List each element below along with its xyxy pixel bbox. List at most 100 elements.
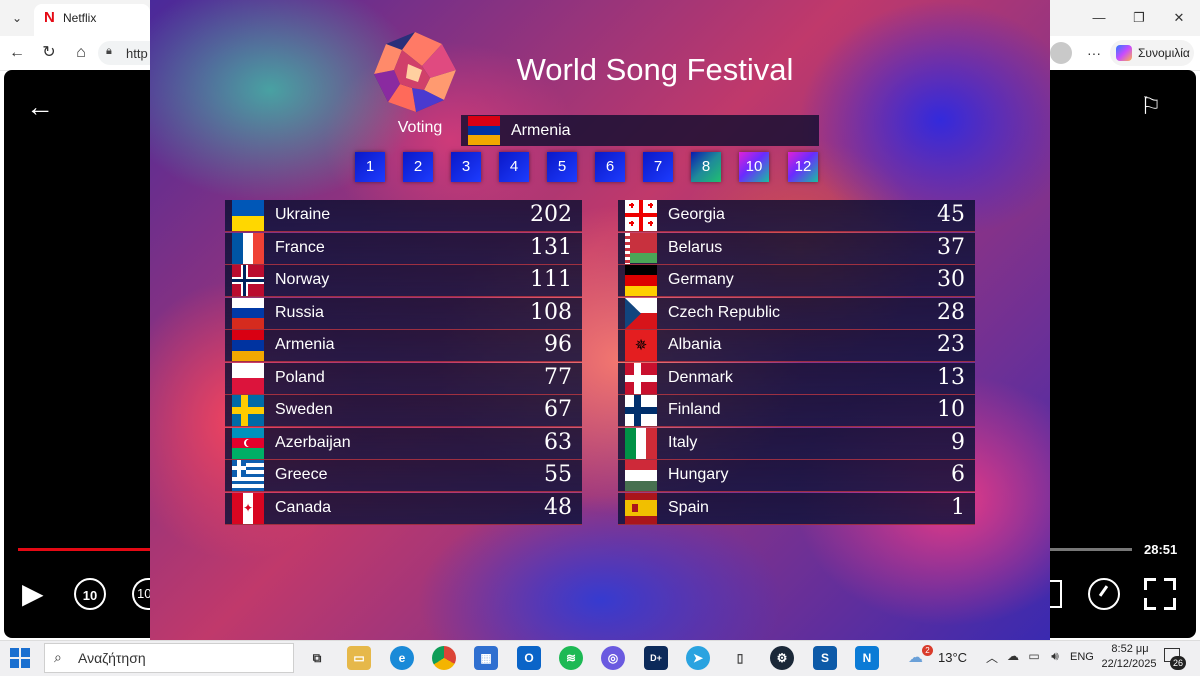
taskbar-search-placeholder: Αναζήτηση	[78, 650, 146, 666]
points-12-button[interactable]: 12	[788, 152, 818, 182]
country-score: 6	[951, 462, 965, 487]
country-score: 55	[544, 462, 572, 487]
sourcetree-icon[interactable]: S	[813, 646, 837, 670]
steam-icon[interactable]: ⚙	[770, 646, 794, 670]
weather-temperature: 13°C	[938, 650, 968, 665]
tab-title: Netflix	[63, 11, 97, 25]
more-options-icon[interactable]: ···	[1085, 42, 1103, 64]
chevron-up-icon[interactable]: ︿	[985, 649, 999, 665]
current-voter-name: Armenia	[511, 122, 571, 139]
country-name: Hungary	[668, 466, 729, 483]
country-name: Greece	[275, 466, 328, 483]
time-remaining: 28:51	[1144, 542, 1178, 557]
armenia-flag-icon	[232, 330, 264, 361]
lock-icon[interactable]: 🔒︎	[106, 45, 120, 61]
spain-flag-icon	[625, 492, 657, 524]
telegram-icon[interactable]: ➤	[686, 646, 710, 670]
restore-icon[interactable]: ❐	[1124, 8, 1154, 28]
disney-plus-icon[interactable]: D+	[644, 646, 668, 670]
poland-flag-icon	[232, 362, 264, 394]
fullscreen-icon[interactable]	[1144, 578, 1176, 610]
country-name: Albania	[668, 336, 722, 353]
hungary-flag-icon	[625, 460, 657, 491]
game-app-icon[interactable]: ◎	[601, 646, 625, 670]
points-6-button[interactable]: 6	[595, 152, 625, 182]
score-row-albania: ✵ Albania 23	[618, 330, 975, 362]
back-arrow-icon[interactable]: ←	[26, 92, 56, 122]
language-indicator[interactable]: ENG	[1070, 651, 1094, 663]
country-name: France	[275, 238, 325, 256]
france-flag-icon	[232, 232, 264, 264]
azerbaijan-flag-icon	[232, 427, 264, 459]
country-name: Georgia	[668, 206, 725, 223]
windows-start-icon[interactable]	[10, 648, 30, 668]
country-name: Azerbaijan	[275, 433, 351, 451]
russia-flag-icon	[232, 297, 264, 329]
score-row-germany: Germany 30	[618, 265, 975, 297]
score-row-france: France 131	[225, 232, 582, 265]
notification-count: 26	[1170, 656, 1186, 670]
country-score: 202	[530, 202, 572, 227]
onedrive-icon[interactable]: ☁	[1006, 649, 1020, 665]
points-5-button[interactable]: 5	[547, 152, 577, 182]
country-name: Denmark	[668, 368, 733, 386]
mouse-app-icon[interactable]: ▯	[728, 646, 752, 670]
ukraine-flag-icon	[232, 200, 264, 231]
video-frame[interactable]: Voting World Song Festival Armenia 12345…	[150, 0, 1050, 640]
festival-logo-art	[374, 32, 456, 112]
play-icon[interactable]: ▶	[22, 578, 52, 610]
report-flag-icon[interactable]: ⚐	[1140, 93, 1168, 121]
home-icon[interactable]: ⌂	[70, 42, 92, 64]
points-7-button[interactable]: 7	[643, 152, 673, 182]
profile-avatar[interactable]	[1050, 42, 1072, 64]
netflix-favicon-icon: N	[44, 9, 55, 26]
refresh-icon[interactable]: ↻	[38, 42, 60, 64]
search-icon: ⌕	[54, 649, 62, 665]
country-score: 45	[937, 202, 965, 227]
voting-label: Voting	[397, 119, 443, 136]
score-row-azerbaijan: Azerbaijan 63	[225, 427, 582, 460]
country-name: Canada	[275, 498, 332, 516]
clock-date[interactable]: 22/12/2025	[1096, 658, 1162, 670]
country-name: Germany	[668, 271, 734, 288]
outlook-icon[interactable]: O	[517, 646, 541, 670]
czech-flag-icon	[625, 297, 657, 329]
file-explorer-icon[interactable]: ▭	[347, 646, 371, 670]
points-1-button[interactable]: 1	[355, 152, 385, 182]
country-score: 111	[530, 267, 572, 292]
volume-icon[interactable]: 🔊︎	[1048, 649, 1062, 665]
score-row-finland: Finland 10	[618, 395, 975, 427]
close-icon[interactable]: ✕	[1164, 8, 1194, 28]
country-score: 77	[544, 364, 572, 390]
minimize-icon[interactable]: —	[1084, 8, 1114, 28]
country-score: 37	[937, 234, 965, 260]
country-score: 23	[937, 332, 965, 357]
points-4-button[interactable]: 4	[499, 152, 529, 182]
clock-time[interactable]: 8:52 μμ	[1100, 643, 1160, 655]
microsoft-store-icon[interactable]: ▦	[474, 646, 498, 670]
country-name: Spain	[668, 498, 709, 516]
country-score: 10	[937, 397, 965, 422]
chrome-icon[interactable]	[432, 646, 456, 670]
back-icon[interactable]: ←	[6, 42, 28, 64]
episodes-icon[interactable]	[1050, 580, 1062, 608]
points-2-button[interactable]: 2	[403, 152, 433, 182]
edge-icon[interactable]: e	[390, 646, 414, 670]
tab-actions-menu-icon[interactable]: ⌄	[8, 9, 26, 27]
task-view-icon[interactable]: ⧉	[305, 646, 329, 670]
spotify-icon[interactable]: ≋	[559, 646, 583, 670]
italy-flag-icon	[625, 427, 657, 459]
playback-speed-icon[interactable]	[1088, 578, 1120, 610]
points-10-button[interactable]: 10	[739, 152, 769, 182]
country-name: Czech Republic	[668, 303, 781, 321]
rewind-10-button[interactable]: 10	[74, 578, 106, 610]
country-name: Russia	[275, 303, 324, 321]
network-icon[interactable]: ▭	[1027, 649, 1041, 665]
copilot-icon	[1116, 45, 1132, 61]
points-8-button[interactable]: 8	[691, 152, 721, 182]
country-score: 67	[544, 397, 572, 422]
netflix-app-icon[interactable]: N	[855, 646, 879, 670]
points-3-button[interactable]: 3	[451, 152, 481, 182]
country-name: Finland	[668, 401, 721, 418]
denmark-flag-icon	[625, 362, 657, 394]
